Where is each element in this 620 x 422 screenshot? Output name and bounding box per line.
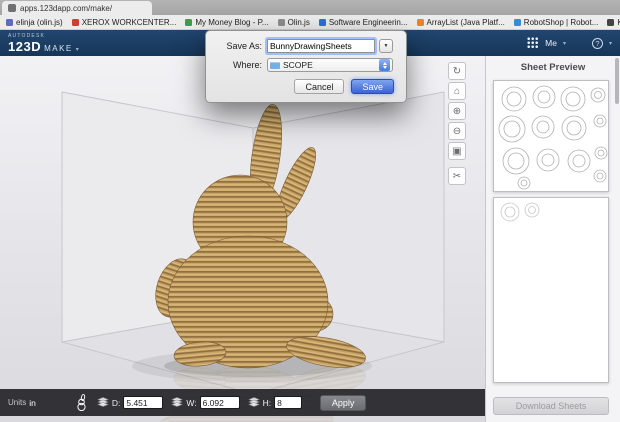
depth-input[interactable] (123, 396, 164, 409)
bookmark-item[interactable]: Olin.js (277, 17, 310, 27)
section-button[interactable]: ✂ (448, 167, 466, 185)
chevron-down-icon[interactable]: ▾ (563, 40, 566, 47)
zoom-out-button[interactable]: ⊖ (448, 122, 466, 140)
units-selector[interactable]: Units in (8, 398, 36, 408)
disclosure-button[interactable]: ▼ (379, 39, 393, 53)
bookmark-item[interactable]: RobotShop | Robot... (513, 17, 599, 27)
section-icon: ✂ (452, 170, 462, 182)
zoom-in-icon: ⊕ (452, 105, 462, 117)
orbit-icon: ↻ (452, 65, 462, 77)
bookmark-favicon (6, 18, 13, 26)
sheets-stack-icon (97, 394, 109, 412)
folder-icon (270, 61, 280, 69)
where-select[interactable]: SCOPE (267, 58, 393, 72)
download-sheets-button[interactable]: Download Sheets (493, 397, 609, 415)
bookmark-favicon (277, 18, 285, 26)
units-value: in (29, 397, 36, 408)
zoom-out-icon: ⊖ (452, 125, 462, 137)
height-label: H: (262, 397, 272, 408)
bookmark-label: My Money Blog - P... (195, 17, 269, 27)
bookmark-label: Olin.js (287, 17, 310, 27)
save-as-label: Save As: (226, 41, 262, 51)
sheet-1-cut-pattern (498, 85, 608, 190)
3d-viewport[interactable] (0, 56, 485, 422)
tab-title: apps.123dapp.com/make/ (20, 3, 113, 13)
browser-tab[interactable]: apps.123dapp.com/make/ (2, 1, 152, 15)
bookmarks-bar: elinja (olin.js) XEROX WORKCENTER... My … (0, 15, 620, 30)
bottom-toolbar: Units in D: W: (0, 389, 485, 416)
bookmark-item[interactable]: Software Engineerin... (318, 17, 408, 27)
where-label: Where: (232, 60, 262, 70)
brand-autodesk: AUTODESK (8, 32, 46, 39)
bookmark-label: Software Engineerin... (328, 17, 408, 27)
bookmark-item[interactable]: Kern Type, the kern... (607, 18, 620, 27)
bookmark-label: XEROX WORKCENTER... (81, 17, 177, 27)
panel-title: Sheet Preview (520, 62, 586, 73)
sheet-preview-panel: Sheet Preview Download Sheets (485, 56, 620, 422)
browser-tab-bar: apps.123dapp.com/make/ (0, 0, 620, 15)
bunny-model-scene (61, 91, 445, 422)
chevron-down-icon[interactable]: ▾ (609, 40, 612, 47)
bookmark-favicon (607, 18, 615, 26)
bookmark-favicon (185, 18, 193, 26)
bookmark-item[interactable]: My Money Blog - P... (185, 17, 269, 27)
bookmark-item[interactable]: elinja (olin.js) (6, 18, 63, 27)
browser-window: apps.123dapp.com/make/ elinja (olin.js) … (0, 0, 620, 422)
bookmark-favicon (513, 18, 521, 26)
bookmark-favicon (318, 18, 326, 26)
width-field-group: W: (171, 394, 240, 412)
apps-grid-icon[interactable] (527, 37, 540, 49)
bookmark-item[interactable]: XEROX WORKCENTER... (71, 17, 177, 27)
chevron-down-icon: ▾ (75, 46, 79, 53)
view-navigation-toolbar: ↻ ⌂ ⊕ ⊖ ▣ ✂ (448, 62, 466, 185)
home-button[interactable]: ⌂ (448, 82, 466, 100)
height-input[interactable] (274, 396, 303, 409)
sheet-2-cut-pattern (500, 202, 540, 222)
fit-view-icon: ▣ (452, 145, 462, 157)
width-label: W: (186, 397, 197, 408)
save-dialog: Save As: ▼ Where: SCOPE Cancel Save (205, 30, 407, 103)
zoom-in-button[interactable]: ⊕ (448, 102, 466, 120)
apply-button[interactable]: Apply (320, 394, 367, 411)
where-value: SCOPE (283, 60, 313, 70)
sheet-thumbnail-2[interactable] (493, 197, 609, 383)
bookmark-item[interactable]: ArrayList (Java Platf... (416, 17, 505, 27)
height-field-group: H: (247, 394, 303, 412)
bookmark-label: elinja (olin.js) (16, 17, 63, 27)
disclosure-triangle-icon: ▼ (383, 43, 389, 49)
model-bunny-icon (74, 394, 89, 411)
units-label: Units (8, 398, 27, 407)
bookmark-favicon (416, 18, 424, 26)
bookmark-label: RobotShop | Robot... (523, 17, 599, 27)
sheets-stack-icon (247, 394, 260, 412)
depth-field-group: D: (97, 394, 164, 412)
bookmark-favicon (71, 18, 79, 26)
brand-make: MAKE (44, 43, 73, 53)
fit-view-button[interactable]: ▣ (448, 142, 466, 160)
user-menu[interactable]: Me (545, 38, 557, 48)
tab-favicon-icon (8, 4, 16, 12)
brand-123d: 123D (8, 38, 42, 54)
sheet-thumbnail-1[interactable] (493, 80, 609, 192)
width-input[interactable] (199, 396, 240, 409)
orbit-button[interactable]: ↻ (448, 62, 466, 80)
brand-menu[interactable]: AUTODESK 123D MAKE ▾ (8, 32, 79, 54)
stepper-icon (379, 59, 390, 71)
bookmark-label: ArrayList (Java Platf... (426, 17, 505, 27)
home-icon: ⌂ (453, 85, 461, 97)
panel-scrollbar[interactable] (615, 58, 619, 104)
depth-label: D: (111, 397, 121, 408)
help-icon[interactable]: ? (591, 37, 603, 49)
save-button[interactable]: Save (351, 79, 394, 94)
filename-input[interactable] (267, 39, 375, 53)
sheets-stack-icon (171, 394, 184, 412)
cancel-button[interactable]: Cancel (294, 79, 345, 94)
